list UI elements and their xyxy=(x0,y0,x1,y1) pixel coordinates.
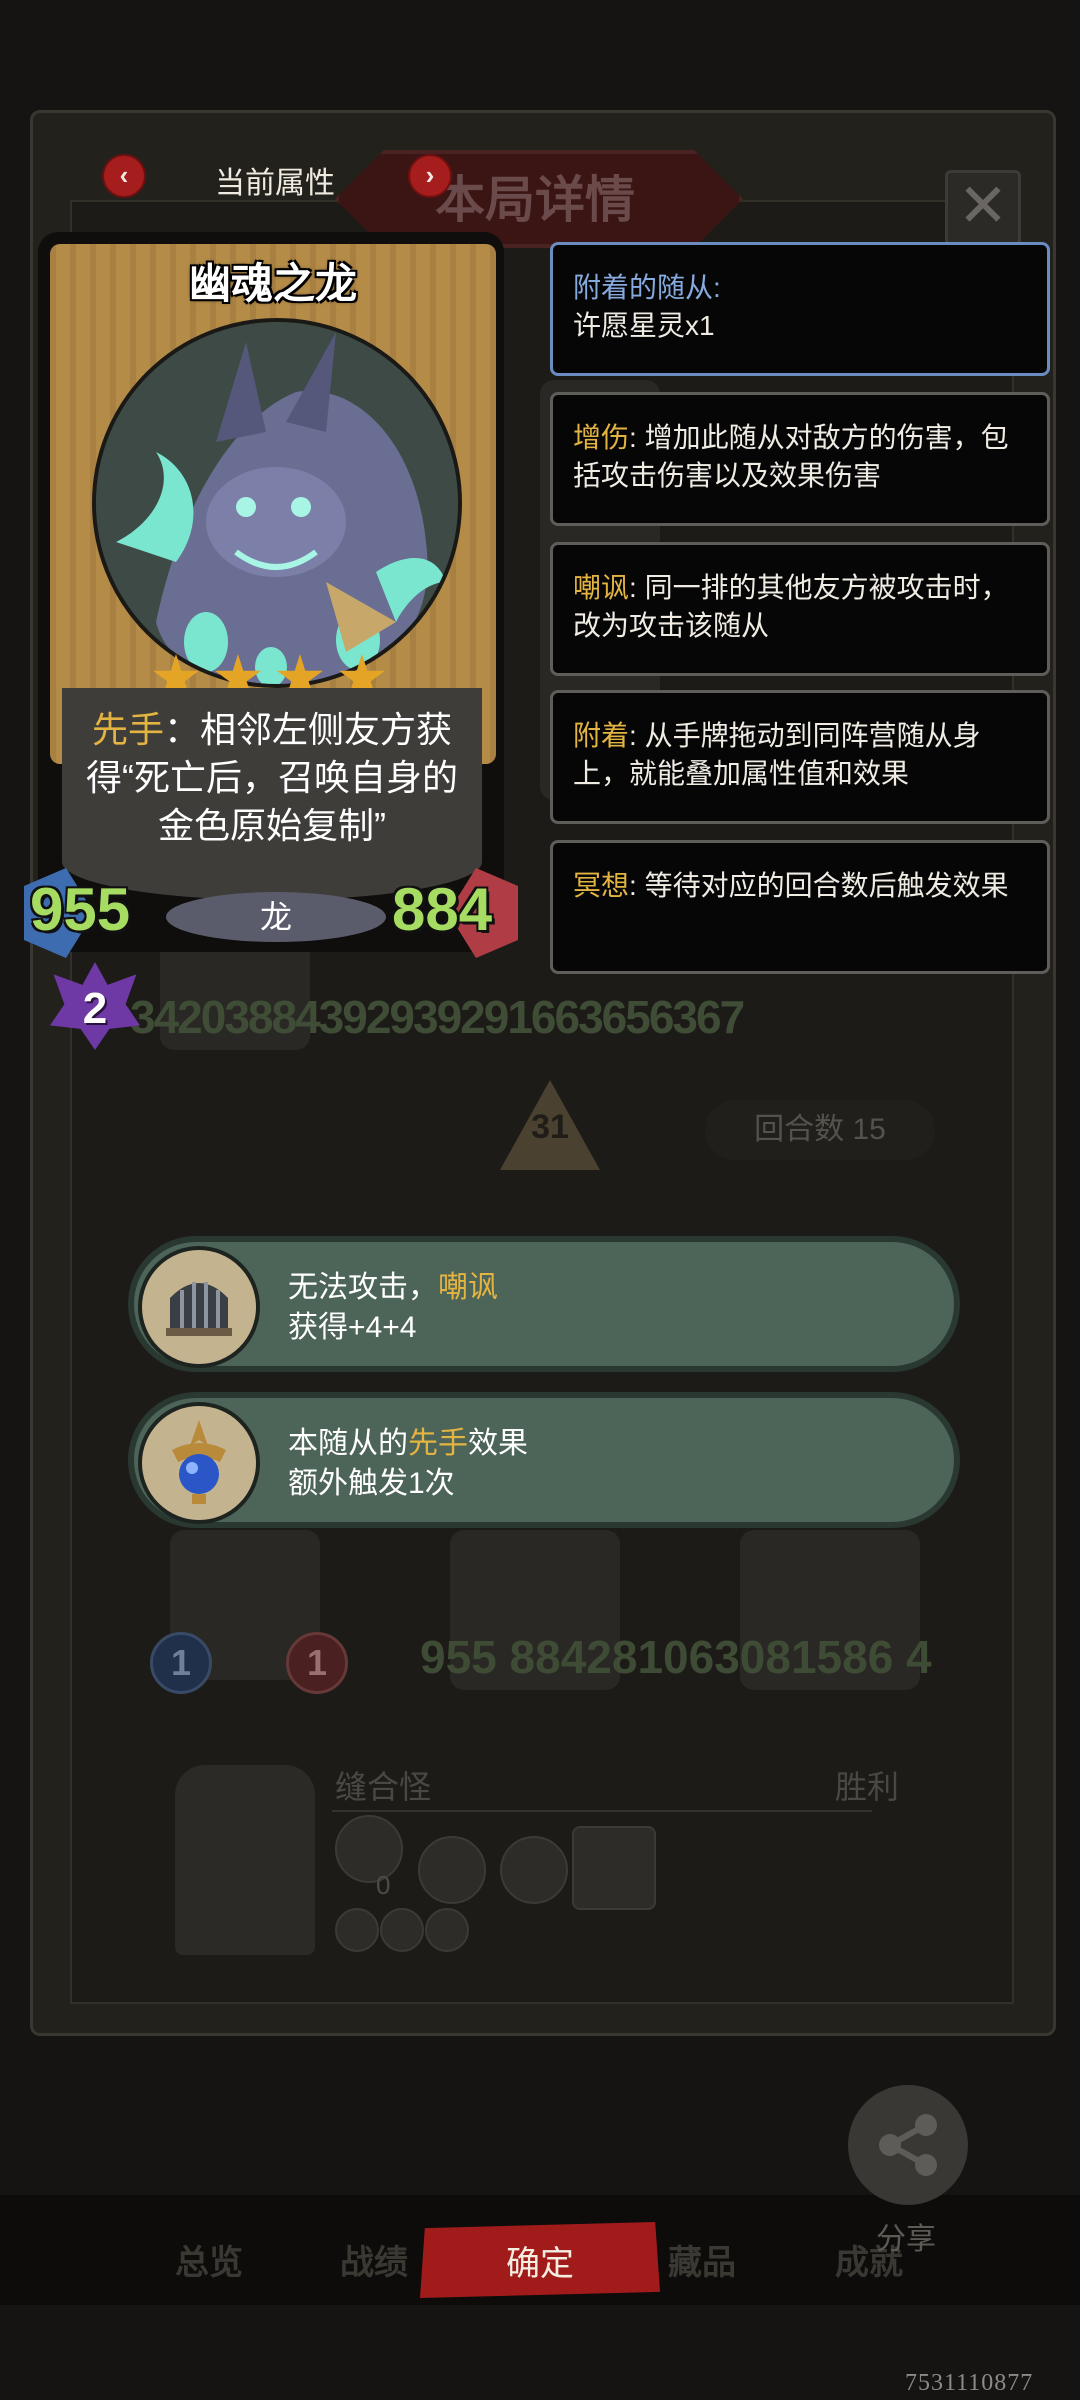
keyword-name: 附着 xyxy=(573,720,630,751)
cage-icon xyxy=(138,1246,260,1368)
share-icon xyxy=(879,2114,937,2176)
tab-collection[interactable]: 藏品 xyxy=(668,2235,736,2284)
close-icon[interactable]: ✕ xyxy=(945,170,1021,246)
dragon-portrait xyxy=(92,318,462,688)
page-title: 当前属性 xyxy=(215,167,335,200)
keyword-panel-attach: 附着: 从手牌拖动到同阵营随从身上，就能叠加属性值和效果 xyxy=(550,690,1050,824)
keyword-panel-taunt: 嘲讽: 同一排的其他友方被攻击时，改为攻击该随从 xyxy=(550,542,1050,676)
effect-text-line1: 无法攻击，嘲讽 xyxy=(288,1268,498,1308)
item-icon xyxy=(572,1826,656,1910)
effect-text-line2: 获得+4+4 xyxy=(288,1311,417,1344)
ability-keyword: 先手 xyxy=(91,709,164,750)
effect-text-line2: 额外触发1次 xyxy=(288,1467,455,1500)
keyword-name: 附着的随从: xyxy=(573,272,721,303)
effect-text: 效果 xyxy=(468,1427,528,1460)
small-item-icon xyxy=(335,1908,379,1952)
keyword-description: 许愿星灵x1 xyxy=(573,310,715,341)
attack-value: 955 xyxy=(30,876,131,943)
effect-text: 本随从的 xyxy=(288,1427,408,1460)
tier-number: 2 xyxy=(82,984,108,1033)
tab-record[interactable]: 战绩 xyxy=(340,2235,408,2284)
keyword-name: 增伤 xyxy=(573,422,630,453)
tribe-label: 龙 xyxy=(166,892,386,942)
share-button[interactable] xyxy=(848,2085,968,2205)
background-stat-numbers-2: 955 884281063081586 4 xyxy=(420,1631,932,1683)
effect-keyword: 嘲讽 xyxy=(438,1271,498,1304)
opponent-hero-portrait xyxy=(175,1765,315,1955)
background-title: 本局详情 xyxy=(435,172,635,228)
item-icon xyxy=(418,1836,486,1904)
keyword-description: : 增加此随从对敌方的伤害，包括攻击伤害以及效果伤害 xyxy=(573,422,1009,491)
keyword-description: : 同一排的其他友方被攻击时，改为攻击该随从 xyxy=(573,572,1009,641)
keyword-description: : 等待对应的回合数后触发效果 xyxy=(629,870,1009,901)
minion-health-badge: 1 xyxy=(286,1632,348,1694)
watermark-id: 7531110877 xyxy=(905,2370,1034,2396)
item-icon xyxy=(500,1836,568,1904)
effect-text-line1: 本随从的先手效果 xyxy=(288,1424,528,1464)
item-count: 0 xyxy=(376,1870,391,1900)
item-icon xyxy=(335,1815,403,1883)
previous-arrow-icon[interactable]: ‹ xyxy=(102,154,146,198)
keyword-panel-meditate: 冥想: 等待对应的回合数后触发效果 xyxy=(550,840,1050,974)
attached-minions-panel: 附着的随从: 许愿星灵x1 xyxy=(550,242,1050,376)
effect-keyword: 先手 xyxy=(408,1427,468,1460)
opponent-team-name: 缝合怪 xyxy=(335,1769,432,1805)
orb-icon xyxy=(138,1402,260,1524)
confirm-button[interactable]: 确定 xyxy=(420,2222,660,2298)
dragon-art xyxy=(96,322,458,684)
rounds-counter: 回合数 15 xyxy=(705,1100,935,1160)
keyword-panel-damage-boost: 增伤: 增加此随从对敌方的伤害，包括攻击伤害以及效果伤害 xyxy=(550,392,1050,526)
round-arrow-number: 31 xyxy=(531,1108,569,1146)
battle-result: 胜利 xyxy=(835,1769,900,1805)
ability-text: 先手：相邻左侧友方获得“死亡后，召唤自身的金色原始复制” xyxy=(70,706,474,850)
background-stat-numbers: 34203884392939291663656367 xyxy=(130,991,745,1043)
next-arrow-icon[interactable]: › xyxy=(408,154,452,198)
keyword-description: : 从手牌拖动到同阵营随从身上，就能叠加属性值和效果 xyxy=(573,720,981,789)
keyword-name: 冥想 xyxy=(573,870,630,901)
effect-text: 无法攻击， xyxy=(288,1271,438,1304)
small-item-icon xyxy=(425,1908,469,1952)
divider xyxy=(332,1810,872,1812)
minion-name: 幽魂之龙 xyxy=(188,260,357,307)
small-item-icon xyxy=(380,1908,424,1952)
keyword-name: 嘲讽 xyxy=(573,572,630,603)
tab-overview[interactable]: 总览 xyxy=(175,2235,243,2284)
share-label: 分享 xyxy=(876,2223,936,2256)
health-value: 884 xyxy=(392,876,493,943)
minion-attack-badge: 1 xyxy=(150,1632,212,1694)
